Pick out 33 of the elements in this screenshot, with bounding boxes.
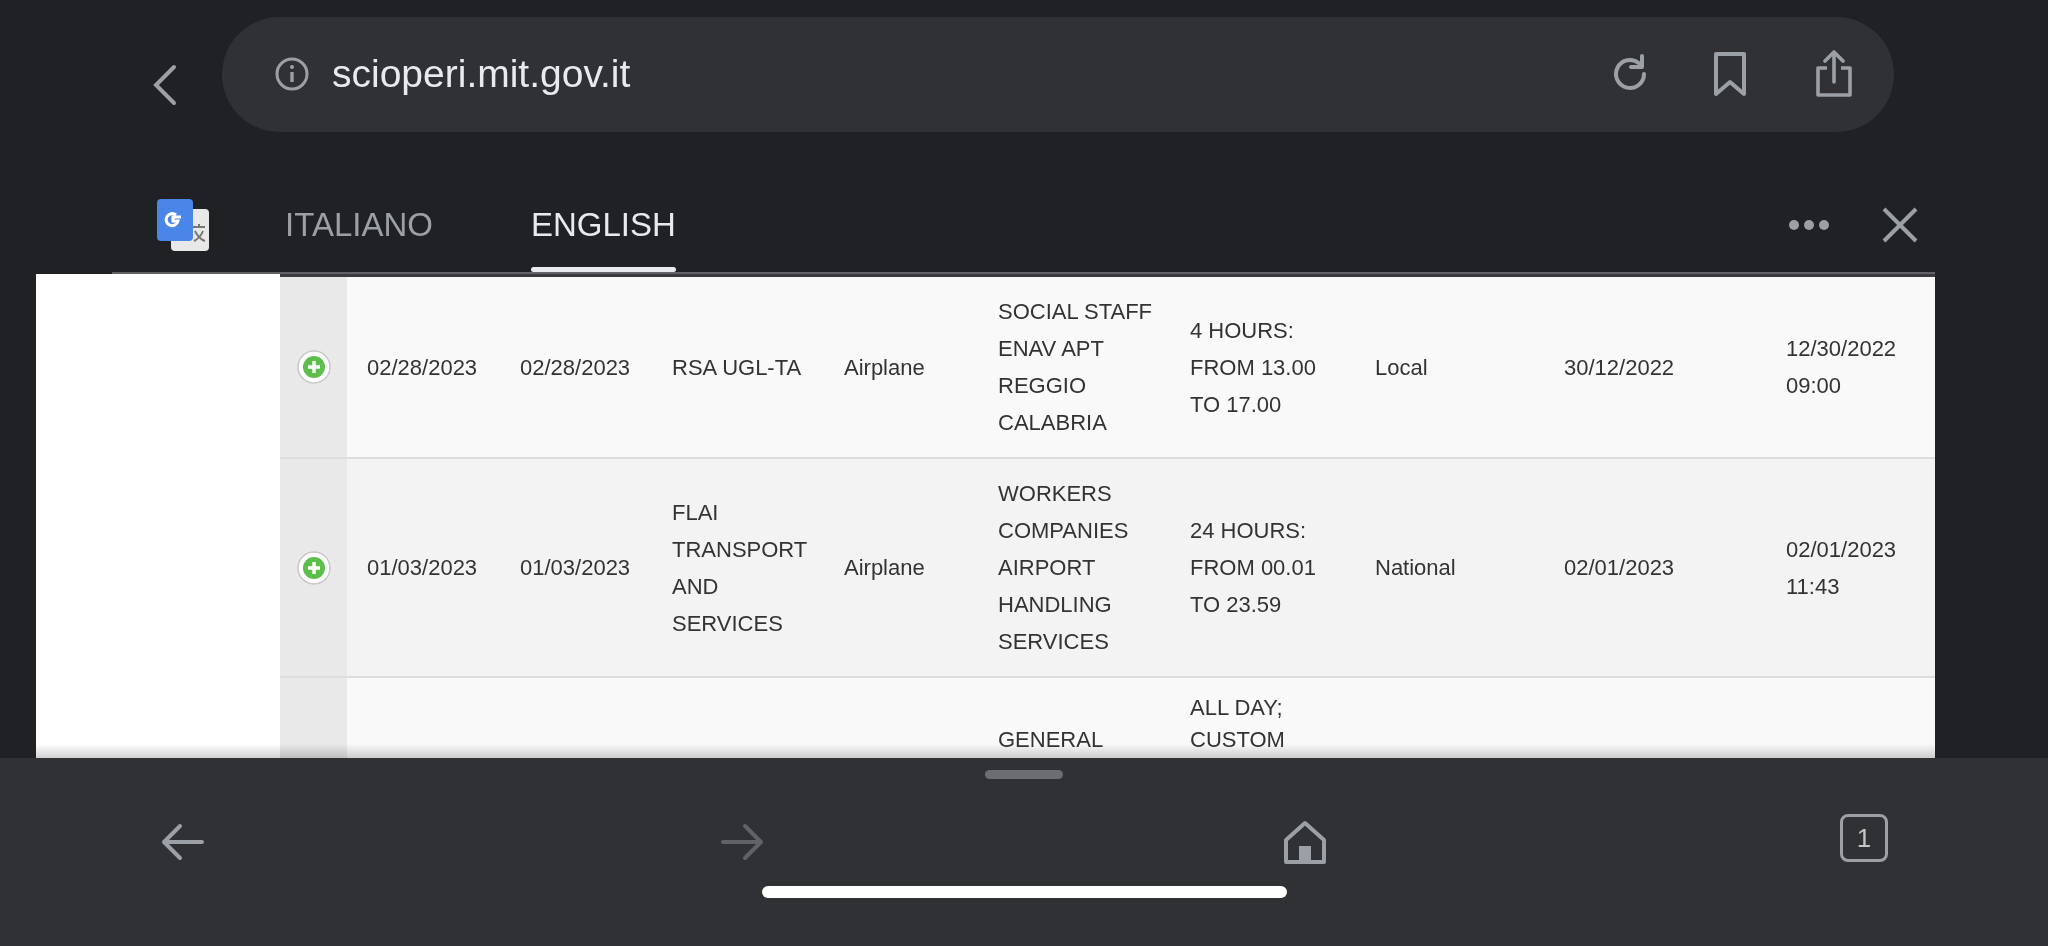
table-cell-text: Airplane [844,353,925,382]
language-tab[interactable]: ITALIANO [285,175,433,274]
close-icon[interactable] [1882,206,1918,243]
info-icon[interactable] [274,56,310,92]
more-icon[interactable] [1788,218,1830,231]
table-cell-text: 02/01/2023 11:43 [1786,535,1897,601]
table-cell-text: 12/30/2022 09:00 [1786,335,1897,400]
table-cell-text: 01/03/2023 [520,554,631,582]
bookmark-icon[interactable] [1712,50,1748,98]
sheet-handle[interactable] [985,770,1063,779]
table-cell-text: 01/03/2023 [367,554,478,582]
table-cell-text: Local [1375,353,1428,382]
table-cell-text: WORKERS COMPANIES AIRPORT HANDLING SERVICES [998,480,1129,656]
url-text: scioperi.mit.gov.it [332,52,632,96]
table-cell-text: 02/28/2023 [520,353,631,382]
table-cell-text: SOCIAL STAFF ENAV APT REGGIO CALABRIA [998,298,1153,437]
translate-icon [155,196,211,253]
table-cell-text: 02/01/2023 [1564,554,1675,582]
table-cell-text: National [1375,554,1456,582]
home-icon[interactable] [1281,818,1329,866]
table-cell-text: ALL DAY; CUSTOM [1190,694,1285,754]
table-cell-text: FLAI TRANSPORT AND SERVICES [672,498,808,638]
table-cell-text: RSA UGL-TA [672,353,802,382]
table-cell-text: 30/12/2022 [1564,353,1675,382]
share-icon[interactable] [1814,50,1854,98]
table-cell-text: GENERAL [998,726,1104,754]
table-cell-text: 4 HOURS: FROM 13.00 TO 17.00 [1190,316,1316,419]
address-bar[interactable]: scioperi.mit.gov.it [222,16,1894,132]
table-cell-text: 24 HOURS: FROM 00.01 TO 23.59 [1190,517,1316,619]
table-cell-text: Airplane [844,554,925,582]
language-tab[interactable]: ENGLISH [530,175,676,274]
table-cell-text: 02/28/2023 [367,353,478,382]
tab-count-button[interactable]: 1 [1840,814,1888,862]
